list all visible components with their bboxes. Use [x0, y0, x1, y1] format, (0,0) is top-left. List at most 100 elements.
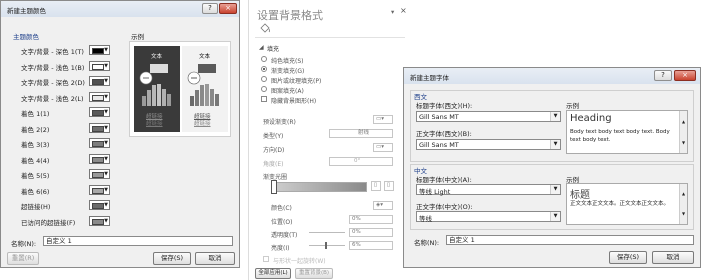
- sample-light-graphic: [187, 64, 219, 106]
- chevron-down-icon: ▼: [104, 186, 108, 193]
- reset-background-button[interactable]: 重置背景(B): [295, 268, 333, 279]
- reset-button[interactable]: 重置(R): [7, 252, 39, 265]
- fill-option-label: 渐变填充(G): [271, 68, 305, 75]
- sample-light-visited: 超链接: [194, 121, 211, 127]
- close-button[interactable]: ×: [674, 70, 696, 81]
- color-picker-button[interactable]: ▼: [89, 45, 110, 55]
- close-button[interactable]: ×: [219, 3, 237, 14]
- color-picker-button[interactable]: ▼: [89, 200, 110, 210]
- dialog-titlebar[interactable]: 新建主题颜色 ? ×: [1, 1, 239, 17]
- chevron-down-icon[interactable]: ▼: [550, 112, 560, 121]
- fill-option-radio[interactable]: [261, 66, 267, 72]
- hide-background-checkbox[interactable]: [261, 96, 267, 102]
- chevron-down-icon[interactable]: ▼: [550, 212, 560, 221]
- theme-colors-heading: 主题颜色: [13, 33, 39, 41]
- transparency-label: 透明度(T): [271, 232, 298, 239]
- fill-option-label: 纯色填充(S): [271, 58, 304, 65]
- color-label: 颜色(C): [271, 205, 292, 212]
- cancel-button[interactable]: 取消: [195, 252, 235, 265]
- body-font-cn-select[interactable]: 等线 ▼: [416, 211, 561, 223]
- cancel-button[interactable]: 取消: [652, 251, 694, 264]
- chinese-sample-box: 标题 正文文本正文文本。正文文本正文文本。 ▲ ▼: [566, 183, 688, 225]
- chevron-down-icon: ▼: [104, 62, 108, 69]
- chevron-down-icon: ▼: [104, 124, 108, 131]
- color-row-label: 着色 6(6): [21, 187, 50, 196]
- name-input[interactable]: 自定义 1: [446, 235, 694, 245]
- rotate-with-shape-checkbox[interactable]: [263, 256, 269, 262]
- color-row-label: 文字/背景 - 浅色 1(B): [21, 63, 85, 72]
- name-input[interactable]: 自定义 1: [43, 236, 233, 246]
- color-picker-button[interactable]: ▼: [89, 169, 110, 179]
- remove-stop-button[interactable]: ▯: [384, 181, 394, 191]
- transparency-input[interactable]: 0%: [349, 228, 393, 237]
- dialog-titlebar[interactable]: 新建主题字体 ? ×: [404, 68, 700, 84]
- preset-gradient-button[interactable]: ▭▾: [373, 115, 393, 124]
- chevron-down-icon: ▼: [104, 155, 108, 162]
- gradient-stops-bar[interactable]: [271, 182, 367, 192]
- brightness-input[interactable]: 6%: [349, 241, 393, 250]
- sample-light: 文本 超链接 超链接: [182, 46, 228, 132]
- color-picker-button[interactable]: ▼: [89, 91, 110, 102]
- fill-section-label[interactable]: 填充: [267, 44, 279, 53]
- gradient-stop-handle[interactable]: [271, 180, 277, 194]
- heading-font-cn-label: 标题字体(中文)(A):: [416, 176, 472, 184]
- sample-dark-graphic: [139, 64, 171, 106]
- color-picker-button[interactable]: ▼: [89, 215, 110, 226]
- heading-font-select[interactable]: Gill Sans MT ▼: [416, 111, 561, 122]
- chevron-down-icon[interactable]: ▼: [550, 140, 560, 149]
- sample-scrollbar[interactable]: ▲ ▼: [679, 184, 687, 224]
- pane-title: 设置背景格式: [257, 9, 323, 22]
- color-picker-button[interactable]: ▼: [89, 76, 110, 86]
- body-font-cn-value: 等线: [419, 215, 432, 223]
- apply-to-all-button[interactable]: 全部应用(L): [255, 268, 291, 279]
- color-row-label: 文字/背景 - 深色 2(D): [21, 79, 85, 87]
- fill-option-radio[interactable]: [261, 76, 267, 82]
- fill-section-arrow-icon[interactable]: ◢: [259, 44, 264, 51]
- color-picker-button[interactable]: ▼: [89, 184, 110, 195]
- color-picker-button[interactable]: ▼: [89, 60, 110, 71]
- type-select[interactable]: 射线: [329, 129, 393, 138]
- name-label: 名称(N):: [11, 240, 37, 248]
- color-swatch: [92, 63, 104, 70]
- rotate-with-shape-label: 与形状一起旋转(W): [273, 258, 326, 265]
- paint-bucket-icon[interactable]: [259, 22, 271, 34]
- chevron-down-icon: ▼: [104, 202, 108, 208]
- help-button[interactable]: ?: [654, 70, 672, 81]
- brightness-slider[interactable]: [309, 245, 345, 246]
- chevron-down-icon: ▼: [104, 217, 108, 224]
- transparency-slider[interactable]: [309, 232, 345, 233]
- direction-button[interactable]: ▭▾: [373, 143, 393, 152]
- angle-input[interactable]: 0°: [329, 157, 393, 166]
- pane-divider: [255, 37, 405, 38]
- body-font-select[interactable]: Gill Sans MT ▼: [416, 139, 561, 150]
- color-picker-button[interactable]: ▼: [89, 107, 110, 117]
- brightness-thumb[interactable]: [325, 242, 327, 249]
- position-label: 位置(O): [271, 219, 293, 226]
- save-button[interactable]: 保存(S): [153, 252, 191, 265]
- fill-option-radio[interactable]: [261, 86, 267, 92]
- save-button[interactable]: 保存(S): [609, 251, 647, 264]
- color-swatch: [92, 110, 104, 116]
- color-row-label: 着色 4(4): [21, 156, 50, 165]
- pane-options-icon[interactable]: ▾: [391, 8, 394, 16]
- color-row-label: 超链接(H): [21, 203, 51, 211]
- heading-font-cn-select[interactable]: 等线 Light ▼: [416, 184, 561, 196]
- sample-light-text: 文本: [199, 54, 211, 60]
- pane-close-icon[interactable]: ×: [400, 6, 407, 15]
- fill-option-radio[interactable]: [261, 56, 267, 62]
- hide-background-label: 隐藏背景图形(H): [271, 98, 317, 105]
- position-input[interactable]: 0%: [349, 215, 393, 224]
- body-font-cn-label: 正文字体(中文)(O):: [416, 203, 473, 211]
- add-stop-button[interactable]: ▯: [371, 181, 381, 191]
- color-picker-button[interactable]: ▼: [89, 153, 110, 164]
- chevron-down-icon[interactable]: ▼: [550, 185, 560, 194]
- color-picker-button[interactable]: ▼: [89, 122, 110, 133]
- chevron-down-icon: ▼: [104, 140, 108, 146]
- chinese-sample-heading: 标题: [570, 190, 590, 201]
- color-picker-button[interactable]: ▼: [89, 138, 110, 148]
- stop-color-button[interactable]: ◈▾: [373, 201, 393, 210]
- help-button[interactable]: ?: [202, 3, 218, 14]
- color-row-label: 已访问的超链接(F): [21, 218, 76, 227]
- sample-dark-visited: 超链接: [146, 121, 163, 127]
- sample-scrollbar[interactable]: ▲ ▼: [679, 111, 687, 153]
